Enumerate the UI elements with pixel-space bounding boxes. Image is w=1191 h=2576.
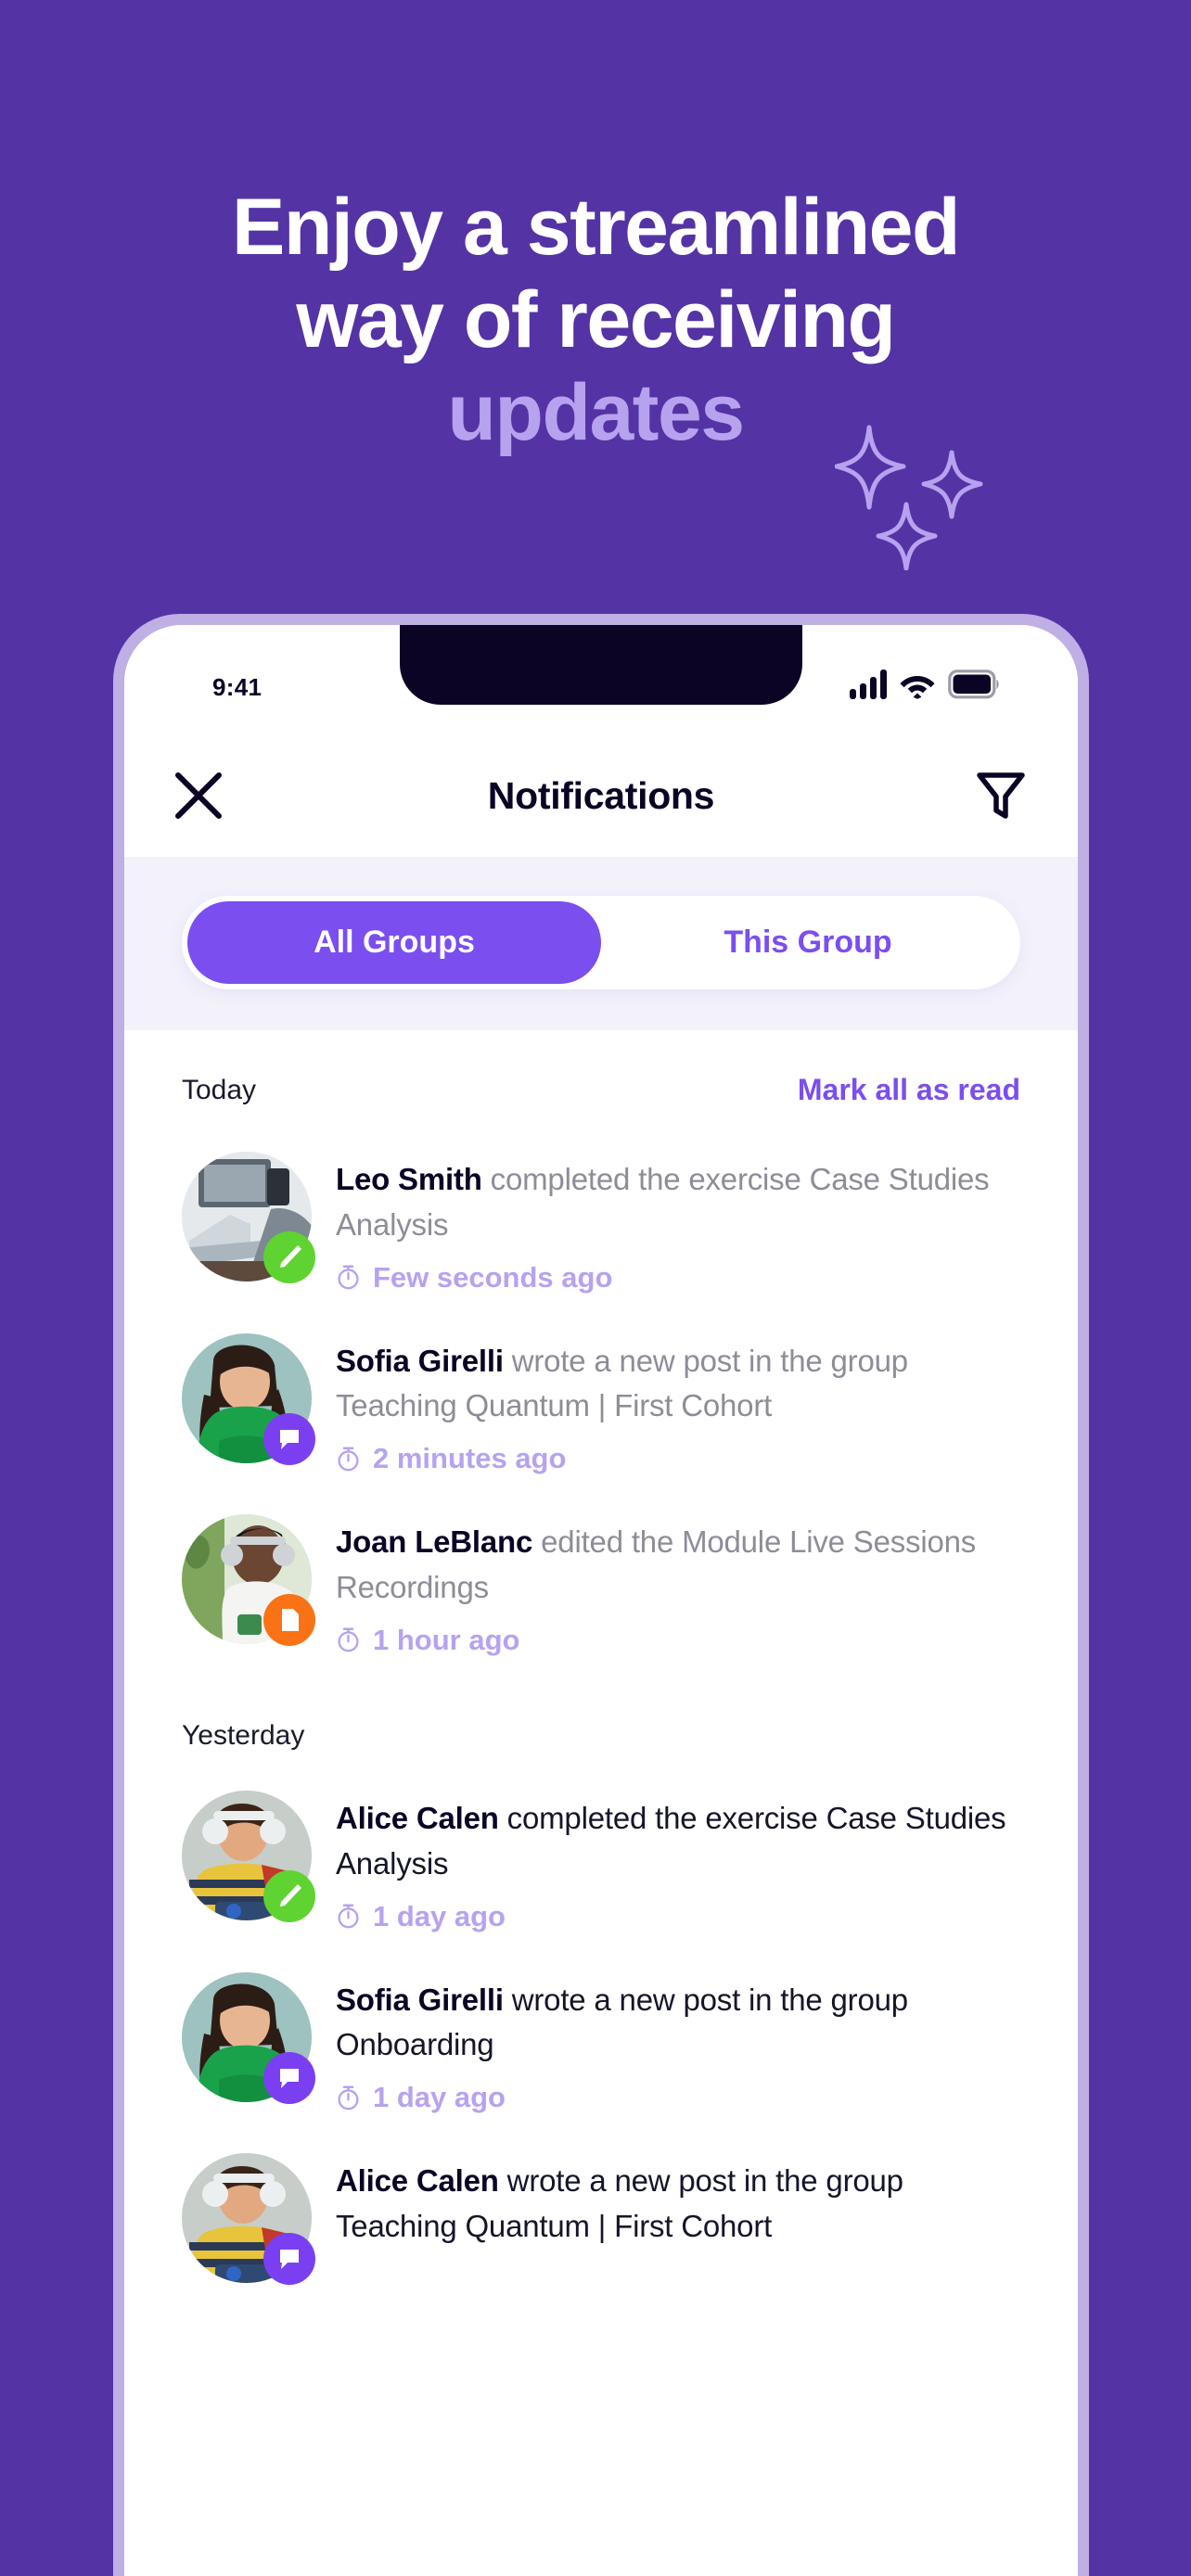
yesterday-items: Alice Calen completed the exercise Case …	[182, 1772, 1020, 2303]
notification-type-badge	[263, 1869, 315, 1922]
notification-item[interactable]: Alice Calen completed the exercise Case …	[182, 1772, 1020, 1954]
notification-time-label: Few seconds ago	[373, 1260, 613, 1294]
headline-line-3: updates	[447, 367, 745, 457]
notification-timestamp: Few seconds ago	[336, 1261, 1020, 1294]
segmented-control: All Groups This Group	[182, 896, 1020, 989]
notification-text: Leo Smith completed the exercise Case St…	[336, 1157, 1020, 1248]
headline-line-2: way of receiving	[296, 274, 896, 364]
notification-time-label: 1 day ago	[373, 2081, 506, 2114]
today-items: Leo Smith completed the exercise Case St…	[182, 1133, 1020, 1677]
wifi-icon	[900, 676, 935, 699]
notification-body: Sofia Girelli wrote a new post in the gr…	[336, 1972, 1020, 2115]
notification-actor: Joan LeBlanc	[336, 1524, 533, 1560]
notification-timestamp: 2 minutes ago	[336, 1442, 1020, 1475]
tab-all-groups[interactable]: All Groups	[187, 901, 601, 984]
avatar-wrap	[182, 1514, 315, 1647]
filter-icon	[977, 772, 1025, 819]
notification-type-badge	[263, 1231, 315, 1283]
comment-icon	[280, 1429, 299, 1449]
promo-screen: Enjoy a streamlined way of receiving upd…	[0, 0, 1191, 2576]
filter-button[interactable]	[976, 771, 1026, 821]
notification-actor: Alice Calen	[336, 1800, 499, 1835]
cellular-signal-icon	[850, 670, 887, 699]
notification-actor: Leo Smith	[336, 1162, 482, 1196]
clock-icon	[338, 1265, 359, 1290]
battery-icon	[948, 670, 999, 699]
notification-item[interactable]: Sofia Girelli wrote a new post in the gr…	[182, 1315, 1020, 1497]
notification-item[interactable]: Sofia Girelli wrote a new post in the gr…	[182, 1954, 1020, 2136]
pencil-icon	[280, 1883, 301, 1906]
notification-timestamp: 1 day ago	[336, 2081, 1020, 2114]
clock-icon	[338, 1628, 359, 1652]
notification-body: Alice Calen completed the exercise Case …	[336, 1791, 1020, 1933]
pencil-icon	[280, 1245, 301, 1268]
close-icon	[175, 772, 222, 819]
app-header: Notifications	[124, 734, 1078, 857]
mark-all-as-read-button[interactable]: Mark all as read	[798, 1073, 1020, 1107]
notification-body: Sofia Girelli wrote a new post in the gr…	[336, 1333, 1020, 1476]
notification-text: Joan LeBlanc edited the Module Live Sess…	[336, 1520, 1020, 1611]
avatar-wrap	[182, 1971, 315, 2104]
tab-this-group[interactable]: This Group	[601, 901, 1015, 984]
notification-time-label: 1 hour ago	[373, 1623, 520, 1656]
notification-item[interactable]: Joan LeBlanc edited the Module Live Sess…	[182, 1496, 1020, 1677]
close-button[interactable]	[173, 770, 224, 822]
notification-type-badge	[263, 1412, 315, 1465]
headline-line-1: Enjoy a streamlined	[231, 183, 961, 272]
page-title: Enjoy a streamlined way of receiving upd…	[0, 182, 1191, 459]
notification-time-label: 1 day ago	[373, 1899, 506, 1932]
notification-actor: Sofia Girelli	[336, 1982, 504, 2017]
status-icons	[850, 670, 1000, 699]
notification-type-badge	[263, 2051, 315, 2104]
phone-mockup-frame: 9:41 Notifications All Groups This Group…	[113, 614, 1089, 2576]
avatar-wrap	[182, 2153, 315, 2286]
phone-screen: 9:41 Notifications All Groups This Group…	[124, 625, 1078, 2576]
notification-time-label: 2 minutes ago	[373, 1442, 567, 1475]
notification-text: Alice Calen wrote a new post in the grou…	[336, 2159, 1020, 2250]
notification-actor: Sofia Girelli	[336, 1343, 504, 1378]
comment-icon	[280, 2250, 299, 2270]
notification-list: Today Mark all as read Leo Smith complet…	[124, 1030, 1078, 2304]
clock-icon	[338, 2085, 359, 2111]
day-label-today: Today	[182, 1074, 257, 1105]
day-label-yesterday: Yesterday	[182, 1719, 305, 1751]
phone-notch	[400, 625, 802, 705]
notification-text: Sofia Girelli wrote a new post in the gr…	[336, 1978, 1020, 2069]
avatar-wrap	[182, 1790, 315, 1922]
notification-item[interactable]: Alice Calen wrote a new post in the grou…	[182, 2135, 1020, 2303]
notification-timestamp: 1 hour ago	[336, 1624, 1020, 1657]
notification-body: Leo Smith completed the exercise Case St…	[336, 1152, 1020, 1294]
notification-text: Sofia Girelli wrote a new post in the gr…	[336, 1339, 1020, 1430]
notification-body: Joan LeBlanc edited the Module Live Sess…	[336, 1514, 1020, 1657]
clock-icon	[338, 1447, 359, 1472]
notification-body: Alice Calen wrote a new post in the grou…	[336, 2153, 1020, 2250]
notification-item[interactable]: Leo Smith completed the exercise Case St…	[182, 1133, 1020, 1315]
notification-type-badge	[263, 1594, 315, 1647]
notification-timestamp: 1 day ago	[336, 1900, 1020, 1933]
notification-text: Alice Calen completed the exercise Case …	[336, 1796, 1020, 1887]
page-heading: Notifications	[487, 773, 715, 817]
comment-icon	[280, 2068, 299, 2088]
status-time: 9:41	[212, 673, 263, 701]
tabs-section: All Groups This Group	[124, 857, 1078, 1030]
status-bar: 9:41	[124, 625, 1078, 734]
clock-icon	[338, 1904, 359, 1929]
avatar-wrap	[182, 1333, 315, 1465]
document-icon	[282, 1609, 299, 1632]
avatar-wrap	[182, 1152, 315, 1283]
notification-actor: Alice Calen	[336, 2163, 499, 2199]
today-header-row: Today Mark all as read	[182, 1030, 1020, 1133]
notification-type-badge	[263, 2233, 315, 2286]
